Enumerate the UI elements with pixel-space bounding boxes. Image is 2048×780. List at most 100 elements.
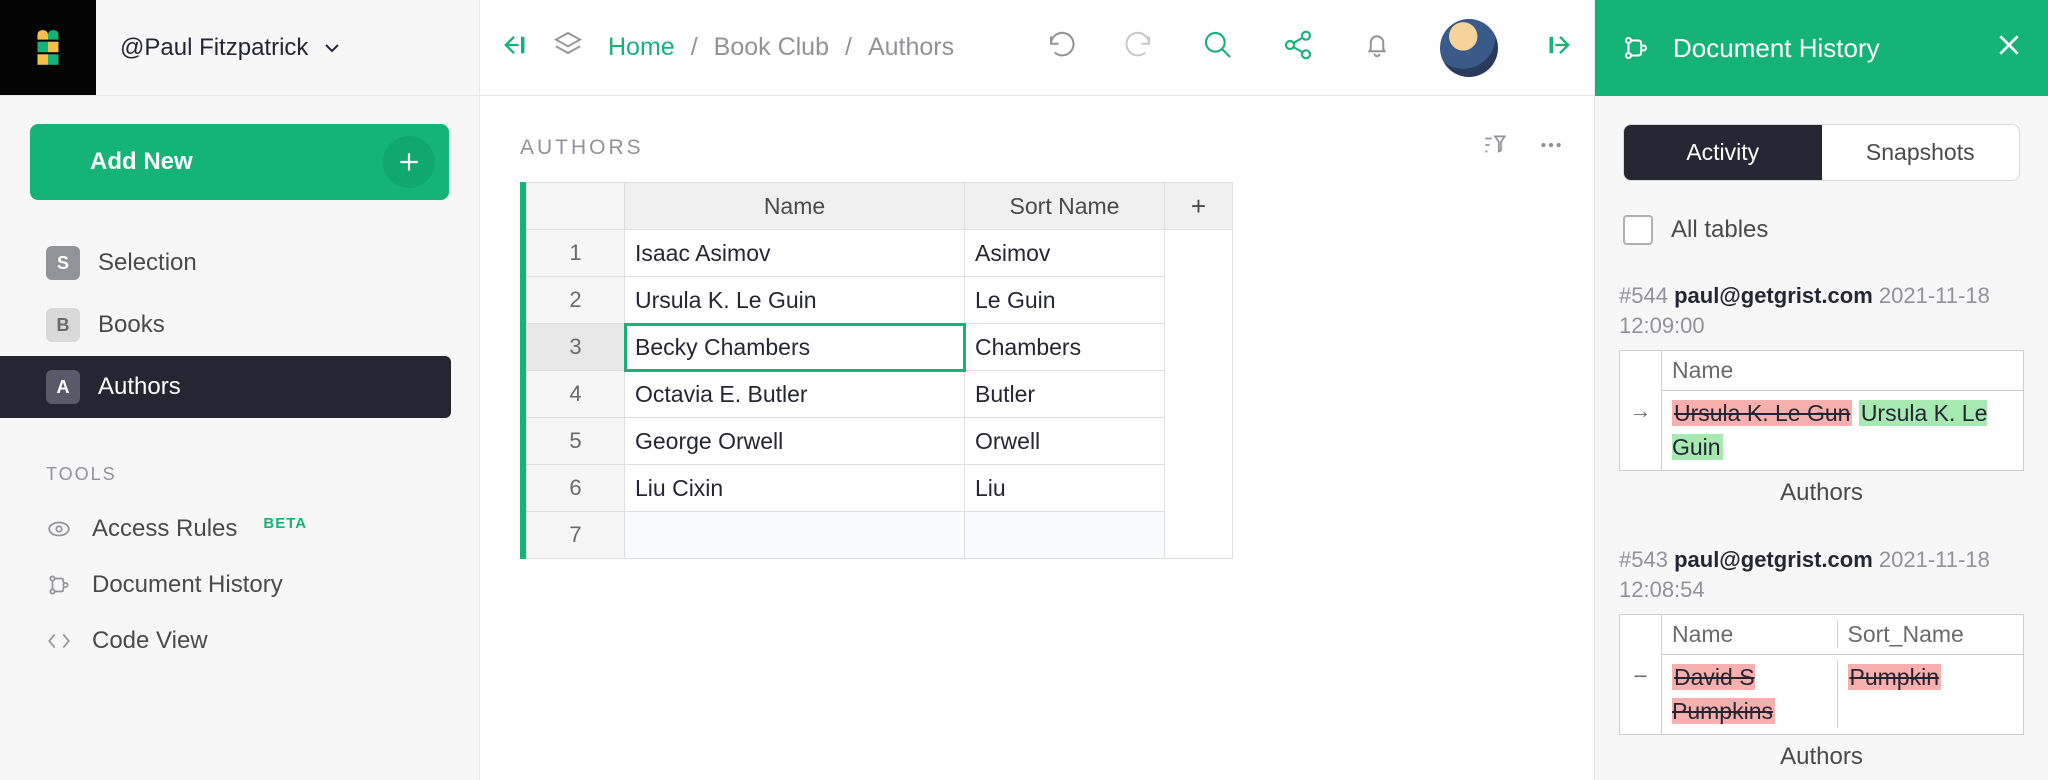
app-logo[interactable] [0,0,96,95]
update-icon: → [1620,351,1662,470]
view-header: AUTHORS [520,126,1564,182]
sidebar-item-selection[interactable]: S Selection [0,232,479,294]
workspace-label: @Paul Fitzpatrick [120,34,308,62]
cell-sortname[interactable]: Orwell [965,418,1165,465]
diff-deleted: Pumpkin [1848,664,1941,690]
breadcrumb-sep: / [691,33,698,62]
entry-table-label: Authors [1619,735,2024,773]
col-header-sortname[interactable]: Sort Name [965,183,1165,230]
code-icon [46,628,72,654]
row-number[interactable]: 5 [527,418,625,465]
cell-sortname[interactable] [965,512,1165,559]
add-new-label: Add New [90,148,193,176]
search-button[interactable] [1202,29,1234,67]
sidebar: @Paul Fitzpatrick Add New S Selection B … [0,0,480,780]
cell-name[interactable] [625,512,965,559]
sort-filter-button[interactable] [1482,132,1508,164]
topbar-right [1046,19,1574,77]
entry-id: #544 [1619,283,1668,308]
plus-icon [383,136,435,188]
grid: Name Sort Name + 1Isaac AsimovAsimov 2Urs… [520,182,1233,559]
collapse-sidebar-button[interactable] [500,31,528,65]
entry-id: #543 [1619,547,1668,572]
row-number[interactable]: 6 [527,465,625,512]
tab-snapshots[interactable]: Snapshots [1822,125,2020,180]
cell-sortname[interactable]: Butler [965,371,1165,418]
table-row: 6Liu CixinLiu [527,465,1233,512]
layers-icon [552,29,584,61]
cell-sortname[interactable]: Asimov [965,230,1165,277]
pages-list: S Selection B Books A Authors [0,228,479,418]
view-controls [1482,132,1564,164]
history-icon [46,572,72,598]
cell-add-col [1165,230,1233,559]
share-button[interactable] [1282,29,1314,67]
entry-columns: Name [1662,351,2023,391]
redo-button[interactable] [1124,30,1154,66]
search-icon [1202,29,1234,61]
topbar: Home / Book Club / Authors [480,0,1594,96]
tool-label: Code View [92,627,208,655]
col-header-name[interactable]: Name [625,183,965,230]
pages-button[interactable] [552,29,584,67]
collapse-right-icon [1546,31,1574,59]
row-number[interactable]: 4 [527,371,625,418]
cell-name[interactable]: Octavia E. Butler [625,371,965,418]
undo-icon [1046,30,1076,60]
notifications-button[interactable] [1362,30,1392,66]
cell-name[interactable]: Isaac Asimov [625,230,965,277]
entry-user: paul@getgrist.com [1674,283,1873,308]
entry-user: paul@getgrist.com [1674,547,1873,572]
all-tables-toggle[interactable]: All tables [1619,215,2024,245]
row-number[interactable]: 7 [527,512,625,559]
view-menu-button[interactable] [1538,132,1564,164]
right-panel: Document History Activity Snapshots All … [1594,0,2048,780]
row-number[interactable]: 3 [527,324,625,371]
diff-deleted: Ursula K. Le Gun [1672,400,1852,426]
sidebar-item-books[interactable]: B Books [0,294,479,356]
right-panel-title: Document History [1673,33,1880,64]
table-row: 4Octavia E. ButlerButler [527,371,1233,418]
avatar[interactable] [1440,19,1498,77]
close-panel-button[interactable] [1996,32,2022,65]
funnel-icon [1482,132,1508,158]
row-number[interactable]: 2 [527,277,625,324]
expand-right-panel-button[interactable] [1546,31,1574,65]
entry-card[interactable]: →NameUrsula K. Le Gun Ursula K. Le Guin [1619,350,2024,471]
tool-label: Access Rules [92,515,237,543]
breadcrumb-doc[interactable]: Authors [868,33,954,62]
tool-code-view[interactable]: Code View [0,613,479,669]
add-column-button[interactable]: + [1165,183,1233,230]
breadcrumb-home[interactable]: Home [608,33,675,62]
tool-access-rules[interactable]: Access Rules BETA [0,501,479,557]
tool-document-history[interactable]: Document History [0,557,479,613]
entry-diff: David S Pumpkins Pumpkin [1662,655,2023,734]
cell-name[interactable]: Ursula K. Le Guin [625,277,965,324]
history-body: All tables #544 paul@getgrist.com 2021-1… [1595,181,2048,773]
page-badge: B [46,308,80,342]
workspace-selector[interactable]: @Paul Fitzpatrick [96,0,479,95]
add-new-button[interactable]: Add New [30,124,449,200]
breadcrumb-sep: / [845,33,852,62]
history-entry: #543 paul@getgrist.com 2021-11-18 12:08:… [1619,545,2024,773]
cell-name[interactable]: Liu Cixin [625,465,965,512]
row-number[interactable]: 1 [527,230,625,277]
all-tables-label: All tables [1671,216,1768,244]
tab-activity[interactable]: Activity [1624,125,1822,180]
cell-sortname[interactable]: Le Guin [965,277,1165,324]
cell-name[interactable]: George Orwell [625,418,965,465]
add-new-wrap: Add New [0,96,479,228]
cell-sortname[interactable]: Chambers [965,324,1165,371]
cell-name[interactable]: Becky Chambers [625,324,965,371]
grist-logo-icon [27,27,69,69]
sidebar-item-authors[interactable]: A Authors [0,356,451,418]
table-row: 5George OrwellOrwell [527,418,1233,465]
checkbox[interactable] [1623,215,1653,245]
undo-button[interactable] [1046,30,1076,66]
view-title: AUTHORS [520,136,644,160]
entry-table-label: Authors [1619,471,2024,509]
tool-label: Document History [92,571,283,599]
cell-sortname[interactable]: Liu [965,465,1165,512]
breadcrumb-workspace[interactable]: Book Club [714,33,829,62]
entry-card[interactable]: –NameSort_NameDavid S Pumpkins Pumpkin [1619,614,2024,735]
